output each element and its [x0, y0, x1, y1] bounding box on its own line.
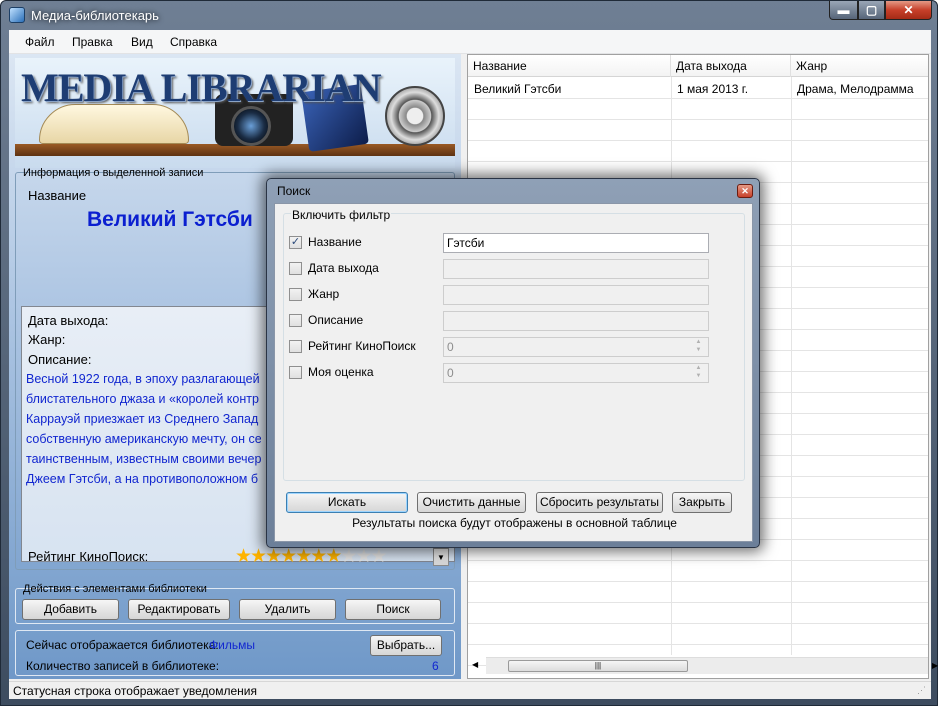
dialog-search-button[interactable]: Искать: [286, 492, 408, 513]
add-button[interactable]: Добавить: [22, 599, 119, 620]
current-library-label: Сейчас отображается библиотека:: [26, 638, 219, 652]
grid-line: [468, 98, 928, 99]
search-dialog: Поиск ✕ Включить фильтр ✓ Название Гэтсби Д…: [266, 178, 760, 548]
date-label: Дата выхода:: [28, 313, 109, 328]
grid-line: [791, 77, 792, 655]
filter-label: Дата выхода: [308, 261, 379, 275]
app-icon: [9, 7, 25, 23]
star-filled-icon: ★: [265, 546, 282, 567]
filter-checkbox[interactable]: [289, 262, 302, 275]
description-label: Описание:: [28, 352, 92, 367]
delete-button[interactable]: Удалить: [239, 599, 336, 620]
grid-line: [468, 560, 928, 561]
menu-edit[interactable]: Правка: [72, 35, 113, 49]
star-filled-icon: ★: [250, 546, 267, 567]
star-empty-icon: ★: [340, 546, 357, 567]
dialog-note: Результаты поиска будут отображены в осн…: [352, 516, 677, 530]
filter-legend: Включить фильтр: [291, 208, 392, 222]
record-count-label: Количество записей в библиотеке:: [26, 659, 220, 673]
dialog-close-button[interactable]: Закрыть: [672, 492, 732, 513]
star-empty-icon: ★: [355, 546, 372, 567]
table-header: Название Дата выхода Жанр: [468, 55, 928, 77]
filter-checkbox[interactable]: [289, 288, 302, 301]
filter-checkbox[interactable]: ✓: [289, 236, 302, 249]
dialog-client: Включить фильтр ✓ Название Гэтсби Дата выхо…: [274, 203, 753, 542]
movie-title: Великий Гэтсби: [87, 208, 253, 231]
grid-line: [468, 644, 928, 645]
menu-file[interactable]: Файл: [25, 35, 55, 49]
record-count-value: 6: [432, 659, 439, 673]
filter-input[interactable]: 0: [443, 337, 709, 357]
filter-checkbox[interactable]: [289, 366, 302, 379]
star-filled-icon: ★: [325, 546, 342, 567]
status-bar: Статусная строка отображает уведомления …: [9, 681, 931, 699]
filter-label: Моя оценка: [308, 365, 374, 379]
star-empty-icon: ★: [370, 546, 387, 567]
grid-line: [468, 161, 928, 162]
lens-icon: [231, 106, 271, 146]
filter-checkbox[interactable]: [289, 340, 302, 353]
scroll-left-icon[interactable]: ◀: [472, 660, 478, 669]
grid-line: [468, 119, 928, 120]
filter-label: Название: [308, 235, 362, 249]
close-button[interactable]: ✕: [885, 1, 932, 20]
grid-line: [468, 140, 928, 141]
filter-input[interactable]: Гэтсби: [443, 233, 709, 253]
menu-bar: Файл Правка Вид Справка: [9, 30, 931, 54]
filter-label: Рейтинг КиноПоиск: [308, 339, 416, 353]
menu-view[interactable]: Вид: [131, 35, 153, 49]
info-legend: Информация о выделенной записи: [23, 167, 204, 179]
grid-line: [468, 602, 928, 603]
star-filled-icon: ★: [235, 546, 252, 567]
genre-label: Жанр:: [28, 332, 66, 347]
film-reel-icon: [385, 86, 445, 146]
filter-checkbox[interactable]: [289, 314, 302, 327]
scroll-thumb[interactable]: |||: [508, 660, 688, 672]
minimize-button[interactable]: ▬: [829, 1, 858, 20]
filter-input[interactable]: [443, 285, 709, 305]
column-date[interactable]: Дата выхода: [671, 55, 791, 77]
maximize-button[interactable]: ▢: [858, 1, 885, 20]
filter-input[interactable]: 0: [443, 363, 709, 383]
grid-line: [468, 623, 928, 624]
column-name[interactable]: Название: [468, 55, 671, 77]
rating-stars: ★★★★★★★★★★: [235, 545, 387, 568]
edit-button[interactable]: Редактировать: [128, 599, 230, 620]
spinner-arrows-icon[interactable]: ▲ ▼: [691, 338, 706, 356]
status-text: Статусная строка отображает уведомления: [13, 684, 257, 698]
scroll-right-icon[interactable]: ▶: [932, 661, 938, 670]
resize-grip-icon[interactable]: ⋰: [917, 685, 926, 696]
rating-dropdown-arrow-icon[interactable]: ▼: [433, 548, 449, 566]
cell-name: Великий Гэтсби: [474, 82, 562, 96]
current-library-value: Фильмы: [209, 638, 255, 652]
cell-genre: Драма, Мелодрамма: [797, 82, 914, 96]
dialog-title: Поиск: [277, 184, 311, 198]
cell-date: 1 мая 2013 г.: [677, 82, 749, 96]
filter-label: Жанр: [308, 287, 340, 301]
star-filled-icon: ★: [280, 546, 297, 567]
grid-line: [468, 581, 928, 582]
reset-results-button[interactable]: Сбросить результаты: [536, 492, 663, 513]
title-bar[interactable]: Медиа-библиотекарь ▬ ▢ ✕: [1, 1, 937, 29]
description-text: Весной 1922 года, в эпоху разлагающей бл…: [26, 372, 261, 486]
rating-label: Рейтинг КиноПоиск:: [28, 549, 149, 564]
banner-title: MEDIA LIBRARIAN: [21, 65, 381, 110]
menu-help[interactable]: Справка: [170, 35, 217, 49]
filter-input[interactable]: [443, 311, 709, 331]
search-button[interactable]: Поиск: [345, 599, 441, 620]
column-genre[interactable]: Жанр: [791, 55, 928, 77]
spinner-arrows-icon[interactable]: ▲ ▼: [691, 364, 706, 382]
star-filled-icon: ★: [310, 546, 327, 567]
clear-data-button[interactable]: Очистить данные: [417, 492, 526, 513]
banner-image: MEDIA LIBRARIAN: [15, 58, 455, 168]
window-title: Медиа-библиотекарь: [31, 8, 159, 23]
choose-library-button[interactable]: Выбрать...: [370, 635, 442, 656]
horizontal-scrollbar[interactable]: ||| ▶: [486, 657, 938, 674]
star-filled-icon: ★: [295, 546, 312, 567]
filter-input[interactable]: [443, 259, 709, 279]
dialog-close-icon[interactable]: ✕: [737, 184, 753, 198]
filter-label: Описание: [308, 313, 364, 327]
actions-legend: Действия с элементами библиотеки: [23, 583, 207, 595]
name-label: Название: [28, 188, 87, 203]
